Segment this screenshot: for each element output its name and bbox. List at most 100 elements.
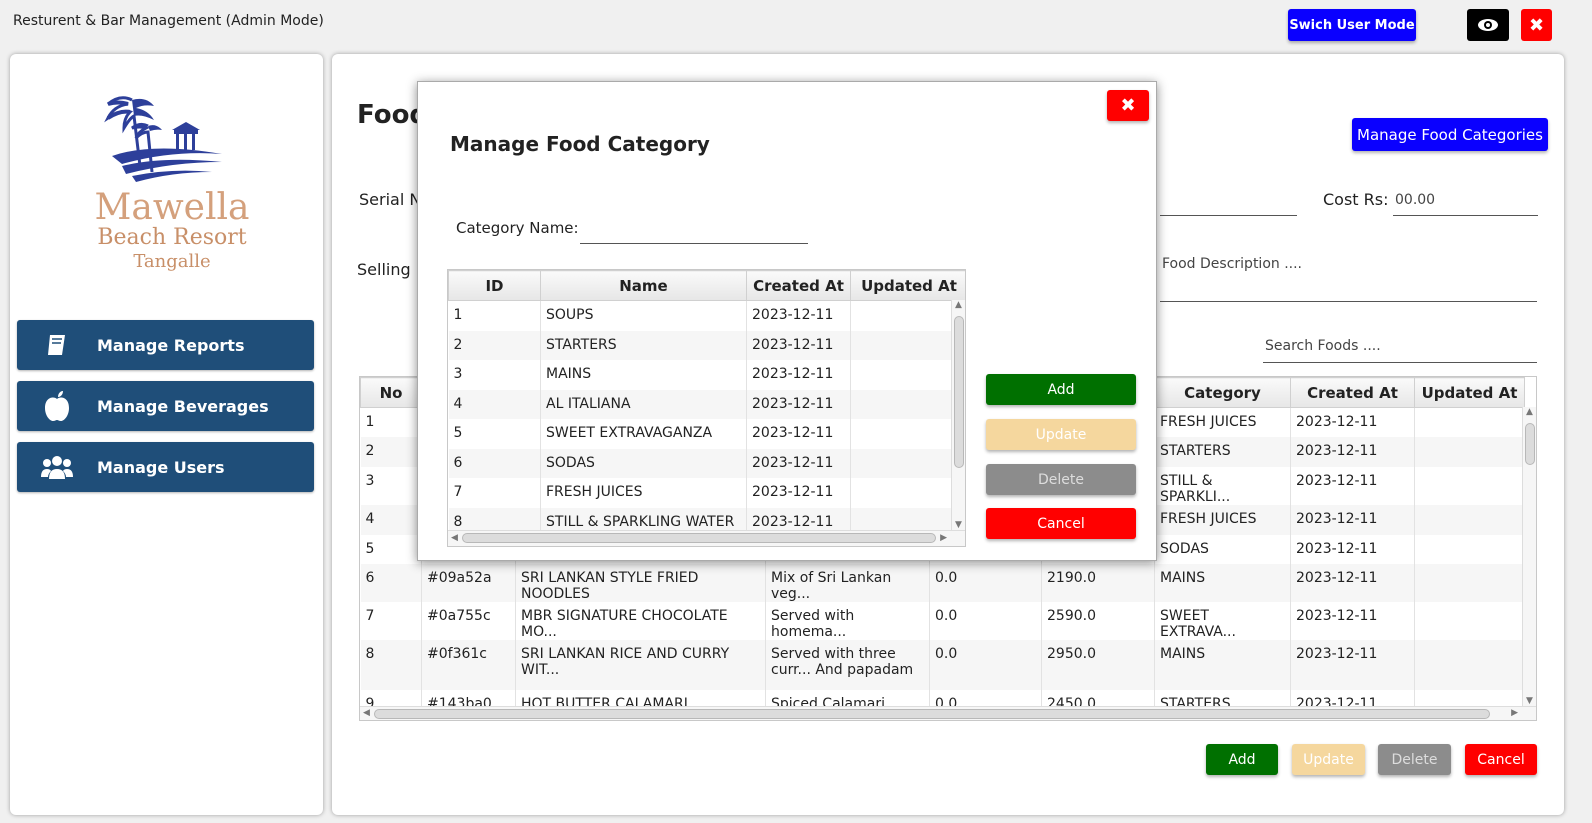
delete-category-button[interactable]: Delete xyxy=(986,464,1136,495)
users-icon xyxy=(17,453,97,481)
sidebar-item-label: Manage Reports xyxy=(97,335,245,355)
table-cell: 2950.0 xyxy=(1041,639,1155,690)
cancel-category-button[interactable]: Cancel xyxy=(986,508,1136,539)
dialog-title: Manage Food Category xyxy=(450,132,710,156)
foods-table-vertical-scrollbar[interactable]: ▲ ▼ xyxy=(1522,407,1536,706)
table-cell: 2023-12-11 xyxy=(1290,504,1415,535)
cost-field[interactable]: 00.00 xyxy=(1393,190,1538,216)
delete-food-button[interactable]: Delete xyxy=(1378,744,1451,775)
table-cell xyxy=(1414,504,1525,535)
table-row[interactable]: 7 #0a755c MBR SIGNATURE CHOCOLATE MO... Ser… xyxy=(360,601,1525,640)
dialog-close-button[interactable]: ✖ xyxy=(1107,90,1149,121)
table-cell: 2023-12-11 xyxy=(1290,407,1415,437)
food-description-field[interactable]: Food Description .... xyxy=(1160,254,1537,302)
table-cell xyxy=(850,448,965,478)
search-foods-input[interactable]: Search Foods .... xyxy=(1263,336,1537,363)
table-cell: 0.0 xyxy=(929,601,1042,640)
table-row[interactable]: 7 FRESH JUICES 2023-12-11 xyxy=(448,477,965,508)
column-header[interactable]: Created At xyxy=(1290,377,1415,408)
column-header[interactable]: Created At xyxy=(746,270,851,301)
table-row[interactable]: 8 #0f361c SRI LANKAN RICE AND CURRY WIT...… xyxy=(360,639,1525,690)
table-cell: 2023-12-11 xyxy=(1290,534,1415,564)
table-cell: 2023-12-11 xyxy=(1290,639,1415,690)
table-cell: #0f361c xyxy=(421,639,516,690)
table-cell: 1 xyxy=(360,407,422,437)
table-row[interactable]: 5 SWEET EXTRAVAGANZA 2023-12-11 xyxy=(448,418,965,449)
table-cell xyxy=(1414,639,1525,690)
table-cell: 2023-12-11 xyxy=(1290,436,1415,467)
table-row[interactable]: 6 #09a52a SRI LANKAN STYLE FRIED NOODLES Mi… xyxy=(360,563,1525,602)
table-row[interactable]: 1 SOUPS 2023-12-11 xyxy=(448,300,965,331)
column-header[interactable]: Updated At xyxy=(850,270,965,301)
table-cell: 7 xyxy=(360,601,422,640)
switch-user-mode-button[interactable]: Swich User Mode xyxy=(1288,9,1416,41)
category-name-input[interactable] xyxy=(580,222,808,244)
table-cell xyxy=(850,389,965,419)
cancel-food-button[interactable]: Cancel xyxy=(1465,744,1537,775)
table-row[interactable]: 6 SODAS 2023-12-11 xyxy=(448,448,965,478)
table-cell: 2023-12-11 xyxy=(746,448,851,478)
sidebar-item-label: Manage Users xyxy=(97,457,225,477)
sidebar-item-manage-reports[interactable]: Manage Reports xyxy=(17,320,314,370)
close-window-button[interactable]: ✖ xyxy=(1521,9,1552,41)
sidebar-item-manage-beverages[interactable]: Manage Beverages xyxy=(17,381,314,431)
column-header[interactable]: Name xyxy=(540,270,747,301)
table-cell xyxy=(850,477,965,508)
update-category-button[interactable]: Update xyxy=(986,419,1136,450)
table-cell: MAINS xyxy=(1154,563,1291,602)
table-cell: 3 xyxy=(360,466,422,505)
table-cell: 6 xyxy=(360,563,422,602)
cost-label: Cost Rs: xyxy=(1323,190,1389,209)
table-cell: FRESH JUICES xyxy=(1154,504,1291,535)
sidebar-item-label: Manage Beverages xyxy=(97,396,269,416)
table-cell xyxy=(850,300,965,331)
column-header[interactable]: ID xyxy=(448,270,541,301)
categories-table-vertical-scrollbar[interactable]: ▲ ▼ xyxy=(951,300,965,530)
serial-number-label: Serial N xyxy=(359,190,422,209)
table-cell: 2 xyxy=(360,436,422,467)
apple-icon xyxy=(17,390,97,422)
table-cell: SRI LANKAN STYLE FRIED NOODLES xyxy=(515,563,766,602)
manage-food-categories-button[interactable]: Manage Food Categories xyxy=(1352,118,1548,151)
food-name-field[interactable] xyxy=(1160,194,1297,216)
toggle-view-button[interactable] xyxy=(1467,9,1509,41)
add-food-button[interactable]: Add xyxy=(1206,744,1278,775)
table-cell: 2190.0 xyxy=(1041,563,1155,602)
close-icon: ✖ xyxy=(1120,95,1136,116)
resort-logo: Mawella Beach Resort Tangalle xyxy=(82,90,262,280)
foods-table-horizontal-scrollbar[interactable]: ◀ ▶ xyxy=(360,706,1536,720)
table-cell: SODAS xyxy=(540,448,747,478)
table-cell xyxy=(1414,436,1525,467)
table-cell: 1 xyxy=(448,300,541,331)
logo-text-tangalle: Tangalle xyxy=(133,251,211,272)
palm-tree-logo-icon xyxy=(104,96,222,182)
table-cell: 2023-12-11 xyxy=(1290,466,1415,505)
update-food-button[interactable]: Update xyxy=(1292,744,1365,775)
table-cell: SWEET EXTRAVA... xyxy=(1154,601,1291,640)
table-cell: SODAS xyxy=(1154,534,1291,564)
add-category-button[interactable]: Add xyxy=(986,374,1136,405)
column-header[interactable]: Updated At xyxy=(1414,377,1525,408)
table-row[interactable]: 4 AL ITALIANA 2023-12-11 xyxy=(448,389,965,419)
table-row[interactable]: 2 STARTERS 2023-12-11 xyxy=(448,330,965,360)
column-header[interactable]: Category xyxy=(1154,377,1291,408)
table-cell: 2023-12-11 xyxy=(1290,601,1415,640)
table-cell: Served with homema... xyxy=(765,601,930,640)
table-cell: FRESH JUICES xyxy=(540,477,747,508)
table-cell: 2590.0 xyxy=(1041,601,1155,640)
sidebar-item-manage-users[interactable]: Manage Users xyxy=(17,442,314,492)
table-cell: 2 xyxy=(448,330,541,360)
table-cell: 2023-12-11 xyxy=(746,389,851,419)
logo-text-mawella: Mawella xyxy=(94,187,250,228)
eye-icon xyxy=(1478,19,1498,31)
table-cell xyxy=(1414,563,1525,602)
table-cell xyxy=(1414,466,1525,505)
sidebar: Mawella Beach Resort Tangalle Manage Rep… xyxy=(10,54,323,815)
column-header[interactable]: No xyxy=(360,377,422,408)
categories-table-horizontal-scrollbar[interactable]: ◀ ▶ xyxy=(448,530,965,546)
table-cell: 0.0 xyxy=(929,639,1042,690)
table-cell: 4 xyxy=(360,504,422,535)
table-cell: SWEET EXTRAVAGANZA xyxy=(540,418,747,449)
table-row[interactable]: 3 MAINS 2023-12-11 xyxy=(448,359,965,390)
table-cell: 2023-12-11 xyxy=(746,477,851,508)
